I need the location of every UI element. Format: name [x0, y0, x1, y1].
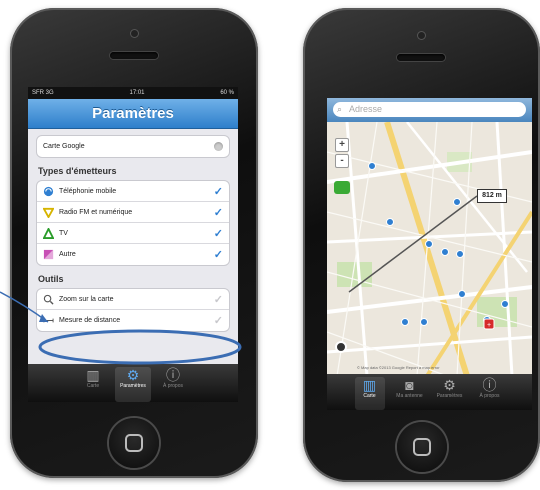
front-camera — [418, 32, 425, 39]
gear-icon: ⚙ — [443, 377, 456, 393]
emitters-section-title: Types d'émetteurs — [38, 166, 117, 176]
distance-label: 812 m — [477, 189, 507, 203]
map-view[interactable]: + — [327, 122, 532, 376]
nav-bar: Paramètres — [28, 99, 238, 129]
tab-label: À propos — [479, 393, 500, 399]
tab-about[interactable]: ⓘ À propos — [475, 377, 505, 410]
google-map-group: Carte Google — [36, 135, 230, 158]
search-bar: ⌕ Adresse — [327, 98, 532, 122]
tab-label: Paramètres — [436, 393, 463, 399]
map-screen: + ⌕ Adresse + - 812 m © Map data ©2013 G… — [327, 98, 532, 410]
tab-map[interactable]: ▥ Carte — [75, 367, 111, 402]
tab-label: Paramètres — [120, 383, 146, 389]
radio-triangle-icon — [43, 207, 54, 218]
address-search-input[interactable]: ⌕ Adresse — [333, 102, 526, 117]
tool-label: Zoom sur la carte — [59, 295, 114, 303]
checkmark-icon: ✓ — [213, 315, 223, 327]
checkmark-icon: ✓ — [213, 293, 223, 306]
google-map-row[interactable]: Carte Google — [37, 136, 229, 157]
tab-map[interactable]: ▥ Carte — [354, 377, 385, 410]
page-title: Paramètres — [92, 105, 174, 122]
checkmark-icon: ✓ — [213, 185, 223, 198]
locate-button[interactable] — [334, 181, 350, 194]
emitter-row-mobile[interactable]: Téléphonie mobile ✓ — [37, 181, 229, 202]
search-placeholder: Adresse — [349, 104, 383, 114]
home-button[interactable] — [109, 418, 159, 468]
compass-icon[interactable] — [335, 341, 347, 353]
speaker-grille — [397, 54, 445, 61]
tv-triangle-icon — [43, 227, 54, 239]
tab-label: Ma antenne — [396, 393, 423, 399]
info-icon: ⓘ — [482, 377, 497, 393]
tool-row-distance[interactable]: Mesure de distance ✓ — [37, 310, 229, 331]
google-map-toggle[interactable] — [214, 142, 223, 151]
gear-icon: ⚙ — [126, 367, 140, 383]
status-time: 17:01 — [129, 90, 145, 96]
tab-label: Carte — [363, 393, 376, 399]
info-icon: ⓘ — [166, 367, 180, 383]
tab-bar: ▥ Carte ◙ Ma antenne ⚙ Paramètres ⓘ À pr… — [327, 374, 532, 410]
tool-row-zoom[interactable]: Zoom sur la carte ✓ — [37, 289, 229, 310]
emitter-label: Radio FM et numérique — [59, 208, 133, 216]
tools-section-title: Outils — [38, 274, 64, 284]
tab-label: À propos — [162, 383, 183, 389]
carrier-label: SFR 3G — [32, 90, 54, 96]
emitter-label: Téléphonie mobile — [59, 187, 117, 195]
emitter-label: TV — [59, 229, 68, 237]
zoom-icon — [43, 294, 54, 305]
ruler-icon — [43, 318, 54, 323]
google-map-label: Carte Google — [43, 143, 85, 150]
svg-text:+: + — [487, 322, 491, 329]
mobile-antenna-icon — [43, 186, 54, 196]
zoom-in-button[interactable]: + — [335, 138, 349, 152]
checkmark-icon: ✓ — [213, 227, 223, 240]
speaker-grille — [110, 52, 158, 59]
tab-settings[interactable]: ⚙ Paramètres — [435, 377, 465, 410]
emitter-row-radio[interactable]: Radio FM et numérique ✓ — [37, 202, 229, 223]
front-camera — [131, 30, 138, 37]
tab-settings[interactable]: ⚙ Paramètres — [115, 367, 151, 402]
map-icon: ▥ — [86, 367, 100, 383]
battery-label: 60 % — [220, 90, 234, 96]
emitters-group: Téléphonie mobile ✓ Radio FM et numériqu… — [36, 180, 230, 266]
tab-bar: ▥ Carte ⚙ Paramètres ⓘ À propos — [28, 364, 238, 402]
map-icon: ▥ — [362, 377, 377, 393]
tool-label: Mesure de distance — [59, 317, 121, 324]
home-button[interactable] — [397, 422, 447, 472]
search-icon: ⌕ — [337, 104, 343, 114]
other-emitter-icon — [43, 249, 54, 260]
stage: SFR 3G 17:01 60 % Paramètres Carte Googl… — [0, 0, 540, 490]
camera-icon: ◙ — [405, 377, 414, 393]
map-attribution: © Map data ©2013 Google Report a map err… — [357, 365, 440, 370]
checkmark-icon: ✓ — [213, 249, 223, 261]
tab-label: Carte — [86, 383, 100, 389]
tools-group: Zoom sur la carte ✓ Mesure de distance ✓ — [36, 288, 230, 332]
emitter-label: Autre — [59, 251, 76, 258]
emitter-row-other[interactable]: Autre ✓ — [37, 244, 229, 265]
status-bar: SFR 3G 17:01 60 % — [28, 87, 238, 99]
tab-camera[interactable]: ◙ Ma antenne — [395, 377, 425, 410]
zoom-out-button[interactable]: - — [335, 154, 349, 168]
checkmark-icon: ✓ — [213, 206, 223, 219]
tab-about[interactable]: ⓘ À propos — [155, 367, 191, 402]
settings-screen: SFR 3G 17:01 60 % Paramètres Carte Googl… — [28, 87, 238, 402]
emitter-row-tv[interactable]: TV ✓ — [37, 223, 229, 244]
